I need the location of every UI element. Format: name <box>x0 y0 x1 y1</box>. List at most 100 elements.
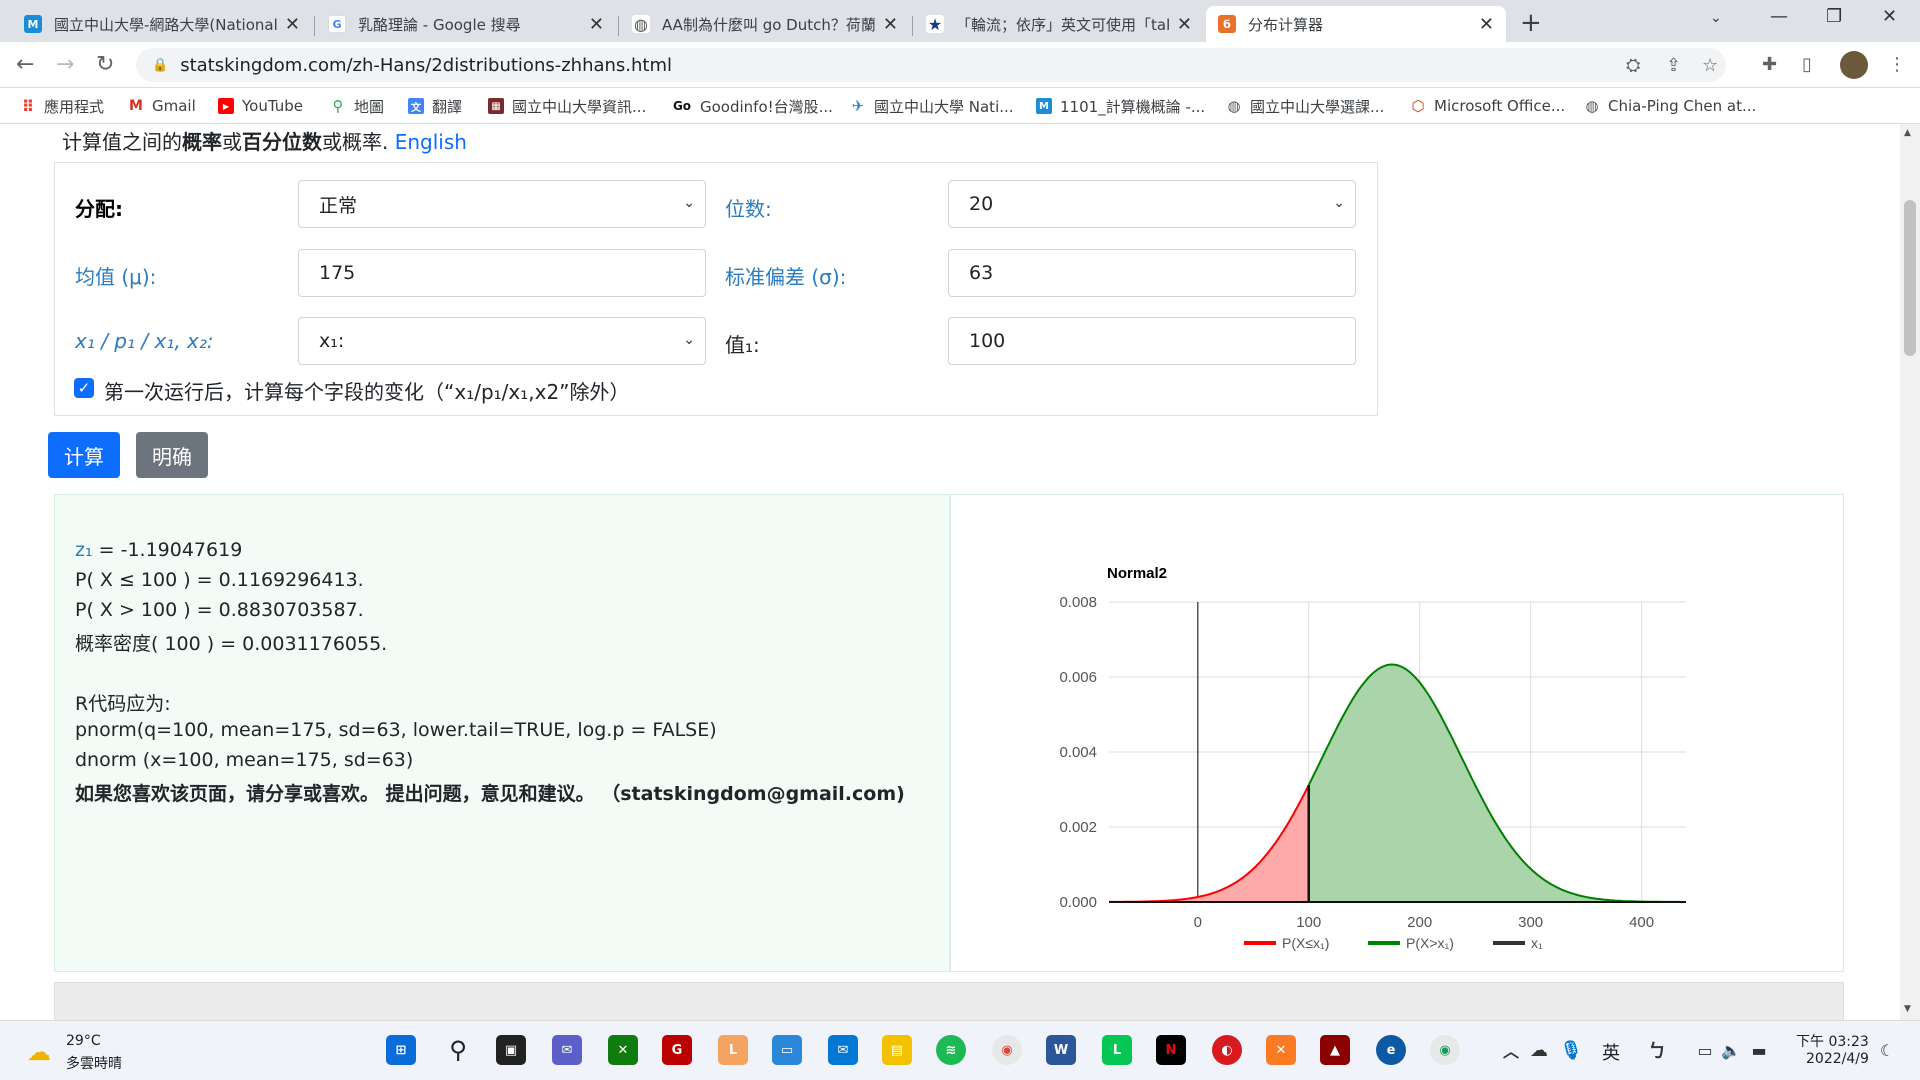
scroll-up-icon[interactable]: ▲ <box>1904 128 1911 138</box>
ime-indicator[interactable]: 英 <box>1602 1039 1620 1065</box>
maximize-icon[interactable]: ❐ <box>1826 6 1842 27</box>
garena-icon[interactable]: G <box>662 1035 692 1065</box>
spotify-icon[interactable]: ≋ <box>936 1035 966 1065</box>
mean-label: 均值 (μ): <box>75 265 157 289</box>
clock-date[interactable]: 2022/4/9 <box>1806 1051 1869 1067</box>
x-mode-select[interactable]: x₁: ⌄ <box>298 317 706 365</box>
forward-arrow-icon[interactable]: → <box>56 52 74 77</box>
translate-page-icon[interactable]: ⛭ <box>1626 55 1640 76</box>
goodinfo-icon: Go <box>672 99 692 113</box>
scrollbar-thumb[interactable] <box>1904 200 1916 356</box>
results-panel: z₁ = -1.19047619 P( X ≤ 100 ) = 0.116929… <box>54 494 950 972</box>
bookmark-course-select[interactable]: ◍ 國立中山大學選課... <box>1226 94 1384 118</box>
extensions-puzzle-icon[interactable]: ✚ <box>1762 54 1777 75</box>
notification-icon[interactable]: ☾ <box>1872 1035 1902 1065</box>
y-tick-label: 0.002 <box>1059 819 1097 836</box>
game-icon[interactable]: ▲ <box>1320 1035 1350 1065</box>
edge-icon[interactable]: e <box>1376 1035 1406 1065</box>
search-icon[interactable]: ⚲ <box>443 1035 473 1065</box>
bookmark-star-icon[interactable]: ☆ <box>1702 55 1718 76</box>
tab-search-icon[interactable]: ⌄ <box>1710 10 1722 26</box>
chrome-icon[interactable]: ◉ <box>992 1035 1022 1065</box>
value1-input[interactable]: 100 <box>948 317 1356 365</box>
legend-label: P(X≤x₁) <box>1282 935 1329 951</box>
onedrive-cloud-icon[interactable]: ☁ <box>1524 1035 1554 1065</box>
ime-mode-icon[interactable]: ㄅ <box>1642 1035 1672 1065</box>
english-link[interactable]: English <box>395 130 467 154</box>
new-tab-icon[interactable]: + <box>1520 8 1542 38</box>
r-code-title: R代码应为: <box>75 693 171 715</box>
bookmark-youtube[interactable]: ▶ YouTube <box>218 94 303 118</box>
clock-time[interactable]: 下午 03:23 <box>1796 1031 1869 1051</box>
tab-title: 分布计算器 <box>1248 15 1324 34</box>
recalc-checkbox[interactable]: ✓ <box>74 378 94 398</box>
window-close-icon[interactable]: ✕ <box>1882 6 1897 27</box>
desktop-icon[interactable]: ▭ <box>772 1035 802 1065</box>
weather-temp: 29°C <box>66 1033 101 1049</box>
density-value: 概率密度( 100 ) = 0.0031176055. <box>75 633 388 655</box>
minimize-icon[interactable]: — <box>1770 6 1788 27</box>
tab-google-search[interactable]: G 乳酪理論 - Google 搜尋 ✕ <box>316 6 616 42</box>
next-section <box>54 982 1844 1020</box>
start-icon[interactable]: ⊞ <box>386 1035 416 1065</box>
bookmark-label: YouTube <box>242 97 303 115</box>
office-icon: ⬡ <box>1411 97 1425 115</box>
reload-icon[interactable]: ↻ <box>96 52 114 77</box>
y-tick-label: 0.008 <box>1059 594 1097 611</box>
distribution-select[interactable]: 正常 ⌄ <box>298 180 706 228</box>
bookmark-apps[interactable]: ⠿ 應用程式 <box>20 94 104 118</box>
tab-close-icon[interactable]: ✕ <box>883 14 898 35</box>
netflix-icon[interactable]: N <box>1156 1035 1186 1065</box>
bookmark-nsysu-info[interactable]: ▦ 國立中山大學資訊... <box>488 94 646 118</box>
line-icon[interactable]: L <box>1102 1035 1132 1065</box>
bookmark-chia-ping[interactable]: ◍ Chia-Ping Chen at... <box>1584 94 1756 118</box>
digits-select[interactable]: 20 ⌄ <box>948 180 1356 228</box>
sd-input[interactable]: 63 <box>948 249 1356 297</box>
bookmark-translate[interactable]: 文翻譯 <box>408 94 462 118</box>
bookmark-computer-intro[interactable]: M 1101_計算機概論 -... <box>1036 94 1205 118</box>
bookmark-maps[interactable]: ⚲ 地圖 <box>330 94 385 118</box>
bookmark-label: Goodinfo!台灣股... <box>700 97 833 116</box>
menu-kebab-icon[interactable]: ⋮ <box>1888 54 1906 75</box>
scroll-down-icon[interactable]: ▼ <box>1904 1004 1911 1014</box>
xbox-icon[interactable]: ✕ <box>608 1035 638 1065</box>
maps-pin-icon: ⚲ <box>332 97 344 115</box>
mail-icon[interactable]: ✉ <box>828 1035 858 1065</box>
back-arrow-icon[interactable]: ← <box>16 52 34 77</box>
tab-close-icon[interactable]: ✕ <box>1177 14 1192 35</box>
mean-input[interactable]: 175 <box>298 249 706 297</box>
live-app-icon[interactable]: L <box>718 1035 748 1065</box>
teams-chat-icon[interactable]: ✉ <box>552 1035 582 1065</box>
tab-close-icon[interactable]: ✕ <box>285 14 300 35</box>
bookmark-gmail[interactable]: M Gmail <box>128 94 196 118</box>
calculate-button[interactable]: 计算 <box>48 432 120 478</box>
statskingdom-icon: б <box>1218 15 1236 33</box>
tab-go-dutch[interactable]: ◍ AA制為什麼叫 go Dutch？荷蘭人 ✕ <box>620 6 910 42</box>
tab-close-icon[interactable]: ✕ <box>1479 14 1494 35</box>
bookmark-nsysu-nati[interactable]: ✈ 國立中山大學 Nati... <box>850 94 1014 118</box>
volume-icon[interactable]: 🔈 <box>1716 1035 1746 1065</box>
clear-button[interactable]: 明确 <box>136 432 208 478</box>
share-icon[interactable]: ⇪ <box>1666 55 1681 76</box>
x-tick-label: 200 <box>1407 914 1432 931</box>
tab-take-turns[interactable]: ★ 「輪流；依序」英文可使用「tak ✕ <box>914 6 1204 42</box>
weather-icon[interactable]: ☁ <box>24 1037 54 1067</box>
avatar[interactable] <box>1840 51 1868 79</box>
tab-close-icon[interactable]: ✕ <box>589 14 604 35</box>
microphone-icon[interactable]: 🎙 <box>1556 1035 1586 1065</box>
bookmark-office[interactable]: ⬡ Microsoft Office... <box>1410 94 1565 118</box>
file-explorer-icon[interactable]: ▤ <box>882 1035 912 1065</box>
chrome-profile-icon[interactable]: ◉ <box>1430 1035 1460 1065</box>
tab-nsysu-cyber[interactable]: M 國立中山大學-網路大學(National ✕ <box>12 6 312 42</box>
address-bar[interactable]: 🔒 statskingdom.com/zh-Hans/2distribution… <box>136 48 1726 82</box>
battery-icon[interactable]: ▬ <box>1744 1035 1774 1065</box>
task-view-icon[interactable]: ▣ <box>496 1035 526 1065</box>
tab-distribution-calculator[interactable]: б 分布计算器 ✕ <box>1206 6 1506 42</box>
bookmark-goodinfo[interactable]: Go Goodinfo!台灣股... <box>672 94 833 118</box>
word-icon[interactable]: W <box>1046 1035 1076 1065</box>
y-tick-label: 0.006 <box>1059 669 1097 686</box>
xampp-icon[interactable]: ✕ <box>1266 1035 1296 1065</box>
trend-micro-icon[interactable]: ◐ <box>1212 1035 1242 1065</box>
chevron-up-icon[interactable]: ︿ <box>1496 1035 1526 1065</box>
side-panel-icon[interactable]: ▯ <box>1802 54 1812 75</box>
